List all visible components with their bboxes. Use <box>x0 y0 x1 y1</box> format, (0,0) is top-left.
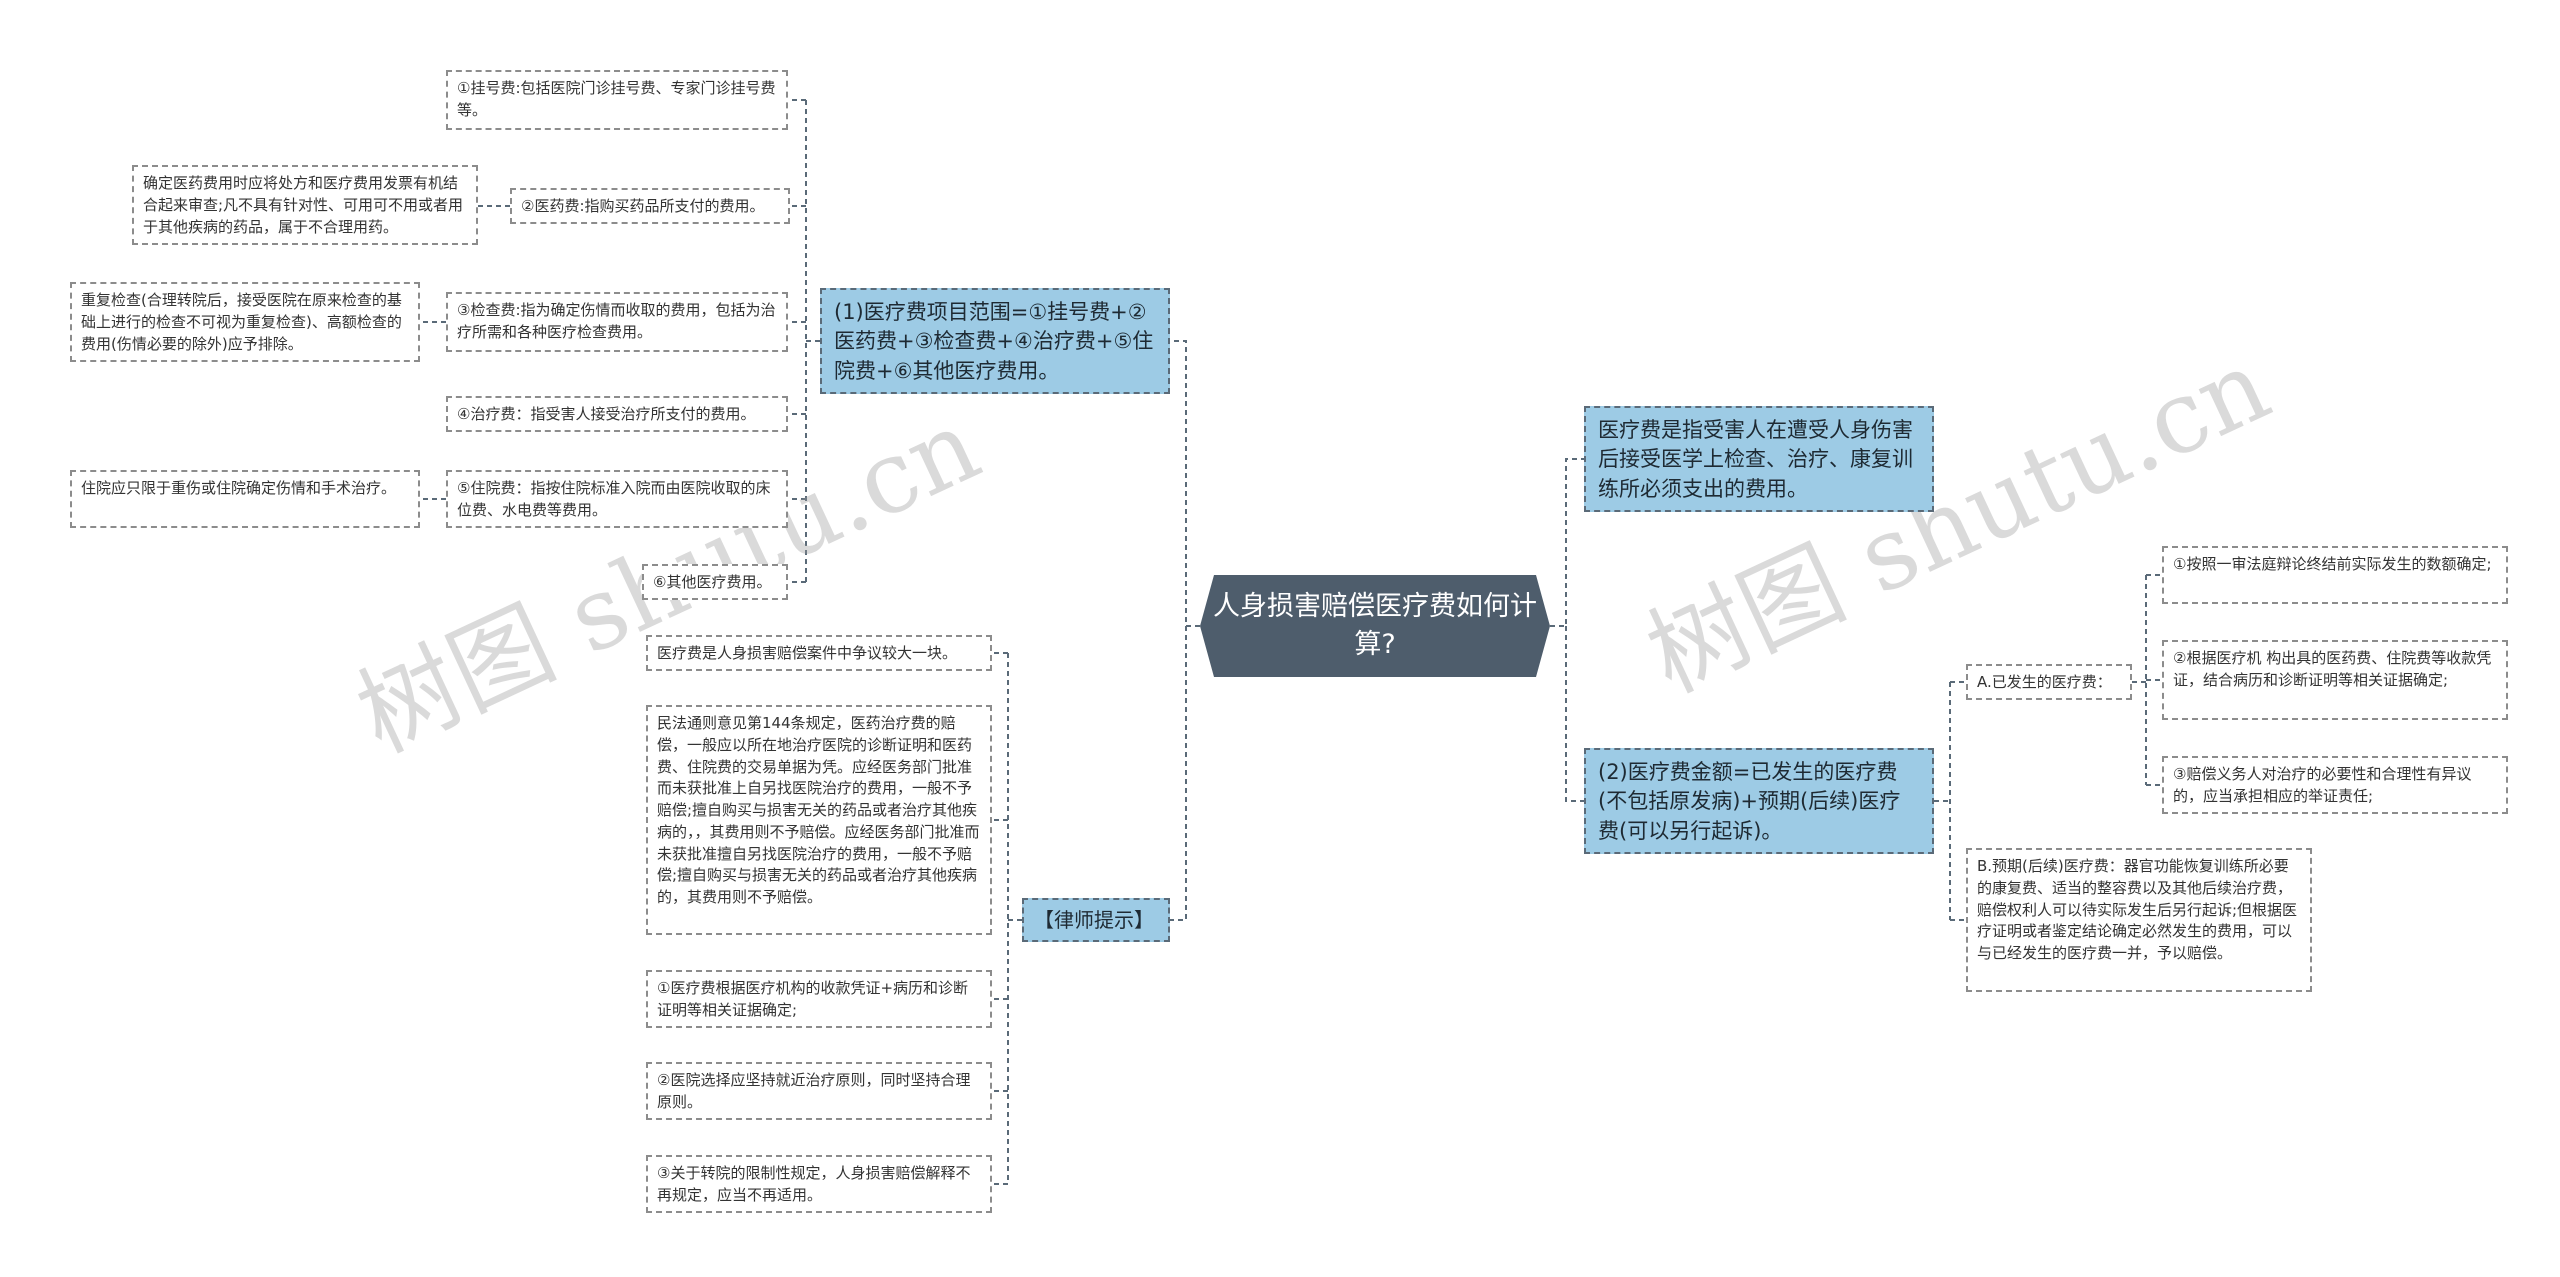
root-node[interactable]: 人身损害赔偿医疗费如何计算? <box>1200 575 1550 677</box>
branch-scope[interactable]: (1)医疗费项目范围=①挂号费+②医药费+③检查费+④治疗费+⑤住院费+⑥其他医… <box>820 288 1170 394</box>
note-hospital[interactable]: 住院应只限于重伤或住院确定伤情和手术治疗。 <box>70 470 420 528</box>
lawyer-item-receipt[interactable]: ①医疗费根据医疗机构的收款凭证+病历和诊断证明等相关证据确定; <box>646 970 992 1028</box>
mind-map: 树图 shutu.cn 树图 shutu.cn 人身损害赔偿医疗费如何计算? (… <box>0 0 2560 1277</box>
scope-item-treatment[interactable]: ④治疗费：指受害人接受治疗所支付的费用。 <box>446 396 788 432</box>
link-root-scope <box>1170 340 1200 627</box>
occurred-item-first-instance[interactable]: ①按照一审法庭辩论终结前实际发生的数额确定; <box>2162 546 2508 604</box>
lawyer-item-nearby[interactable]: ②医院选择应坚持就近治疗原则，同时坚持合理原则。 <box>646 1062 992 1120</box>
scope-item-medicine[interactable]: ②医药费:指购买药品所支付的费用。 <box>510 188 790 224</box>
amount-item-occurred[interactable]: A.已发生的医疗费： <box>1966 664 2132 700</box>
link-root-lawyer <box>1170 626 1187 921</box>
scope-item-registration[interactable]: ①挂号费:包括医院门诊挂号费、专家门诊挂号费等。 <box>446 70 788 130</box>
note-medicine[interactable]: 确定医药费用时应将处方和医疗费用发票有机结合起来审查;凡不具有针对性、可用可不用… <box>132 165 478 245</box>
note-exam[interactable]: 重复检查(合理转院后，接受医院在原来检查的基础上进行的检查不可视为重复检查)、高… <box>70 282 420 362</box>
lawyer-item-law[interactable]: 民法通则意见第144条规定，医药治疗费的赔偿，一般应以所在地治疗医院的诊断证明和… <box>646 705 992 935</box>
link-root-definition <box>1550 458 1584 627</box>
lawyer-item-dispute[interactable]: 医疗费是人身损害赔偿案件中争议较大一块。 <box>646 635 992 671</box>
link-root-amount <box>1565 626 1584 802</box>
branch-amount[interactable]: (2)医疗费金额=已发生的医疗费(不包括原发病)+预期(后续)医疗费(可以另行起… <box>1584 748 1934 854</box>
lawyer-item-transfer[interactable]: ③关于转院的限制性规定，人身损害赔偿解释不再规定，应当不再适用。 <box>646 1155 992 1213</box>
occurred-item-receipts[interactable]: ②根据医疗机 构出具的医药费、住院费等收款凭证，结合病历和诊断证明等相关证据确定… <box>2162 640 2508 720</box>
branch-lawyer-tips[interactable]: 【律师提示】 <box>1022 898 1170 942</box>
branch-definition[interactable]: 医疗费是指受害人在遭受人身伤害后接受医学上检查、治疗、康复训练所必须支出的费用。 <box>1584 406 1934 512</box>
scope-item-exam[interactable]: ③检查费:指为确定伤情而收取的费用，包括为治疗所需和各种医疗检查费用。 <box>446 292 788 352</box>
amount-item-expected[interactable]: B.预期(后续)医疗费：器官功能恢复训练所必要的康复费、适当的整容费以及其他后续… <box>1966 848 2312 992</box>
scope-item-other[interactable]: ⑥其他医疗费用。 <box>642 564 788 600</box>
scope-item-hospital[interactable]: ⑤住院费：指按住院标准入院而由医院收取的床位费、水电费等费用。 <box>446 470 788 528</box>
occurred-item-burden[interactable]: ③赔偿义务人对治疗的必要性和合理性有异议的，应当承担相应的举证责任; <box>2162 756 2508 814</box>
